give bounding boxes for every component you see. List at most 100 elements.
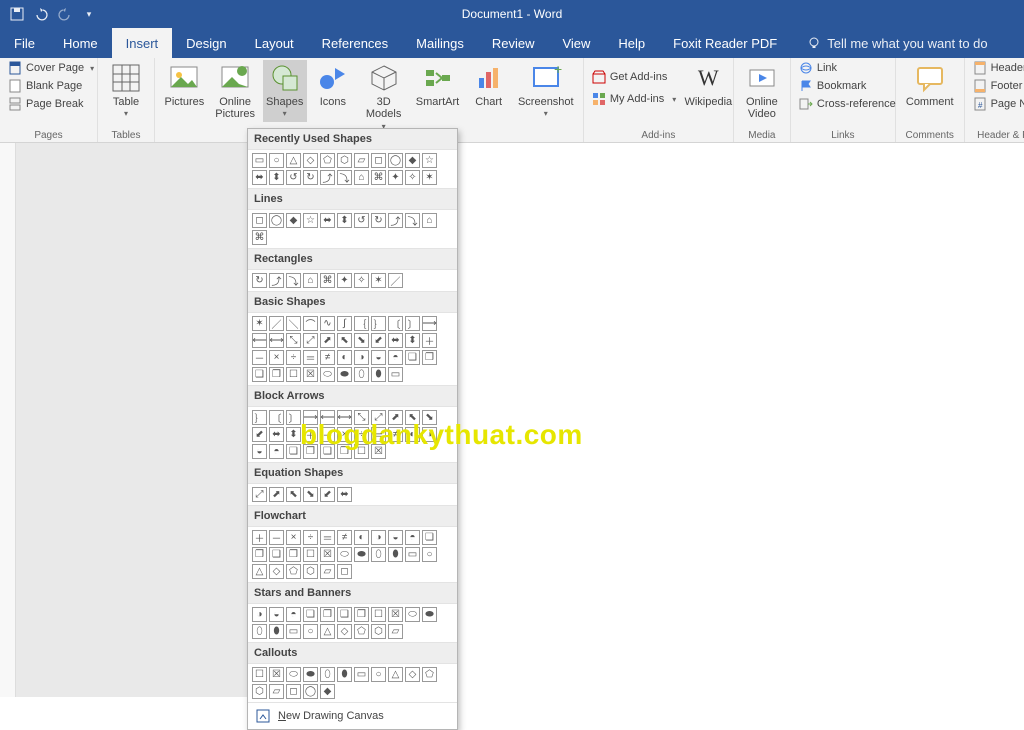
shape-item[interactable]: ☆ — [422, 153, 437, 168]
redo-icon[interactable] — [58, 7, 72, 21]
shape-item[interactable]: ⌘ — [252, 230, 267, 245]
shape-item[interactable]: ⬡ — [371, 624, 386, 639]
shape-item[interactable]: ☒ — [269, 667, 284, 682]
shape-item[interactable]: ⤴ — [388, 213, 403, 228]
shape-item[interactable]: ⬉ — [337, 333, 352, 348]
shape-item[interactable]: ⬮ — [371, 367, 386, 382]
shape-item[interactable]: ◯ — [269, 213, 284, 228]
cover-page-button[interactable]: Cover Page▾ — [6, 60, 96, 76]
shape-item[interactable]: ⌘ — [371, 170, 386, 185]
save-icon[interactable] — [10, 7, 24, 21]
shape-item[interactable]: ❒ — [269, 367, 284, 382]
shape-item[interactable]: ⬭ — [320, 367, 335, 382]
new-drawing-canvas-item[interactable]: New Drawing Canvas — [248, 702, 457, 729]
shape-item[interactable]: ◓ — [405, 530, 420, 545]
shape-item[interactable]: ⬬ — [303, 667, 318, 682]
shape-item[interactable]: ⬬ — [354, 547, 369, 562]
shape-item[interactable]: ⬯ — [320, 667, 335, 682]
shape-item[interactable]: ◒ — [252, 444, 267, 459]
shape-item[interactable]: ↺ — [354, 213, 369, 228]
shape-item[interactable]: ↻ — [252, 273, 267, 288]
shape-item[interactable]: △ — [388, 667, 403, 682]
shape-item[interactable]: ▭ — [286, 624, 301, 639]
shape-item[interactable]: ⬬ — [337, 367, 352, 382]
shape-item[interactable]: ✶ — [422, 170, 437, 185]
shape-item[interactable]: － — [269, 530, 284, 545]
shape-item[interactable]: △ — [320, 624, 335, 639]
shape-item[interactable]: ◯ — [388, 153, 403, 168]
shape-item[interactable]: ▱ — [354, 153, 369, 168]
online-video-button[interactable]: Online Video — [740, 60, 784, 122]
blank-page-button[interactable]: Blank Page — [6, 78, 96, 94]
shape-item[interactable]: ❐ — [320, 607, 335, 622]
comment-button[interactable]: Comment — [902, 60, 958, 110]
shape-item[interactable]: ⌂ — [303, 273, 318, 288]
shape-item[interactable]: ÷ — [286, 350, 301, 365]
footer-button[interactable]: Footer▾ — [971, 78, 1024, 94]
shape-item[interactable]: ＋ — [422, 333, 437, 348]
qat-customize-icon[interactable]: ▾ — [82, 7, 96, 21]
shape-item[interactable]: ⌂ — [354, 170, 369, 185]
tab-references[interactable]: References — [308, 28, 402, 58]
shape-item[interactable]: ⬍ — [337, 213, 352, 228]
chart-button[interactable]: Chart — [467, 60, 511, 110]
tab-file[interactable]: File — [0, 28, 49, 58]
shape-item[interactable]: ⬉ — [286, 487, 301, 502]
shape-item[interactable]: ∿ — [320, 316, 335, 331]
shape-item[interactable]: ⬯ — [354, 367, 369, 382]
page-number-button[interactable]: # Page Number▾ — [971, 96, 1024, 112]
shape-item[interactable]: ⬈ — [269, 487, 284, 502]
shape-item[interactable]: ☐ — [371, 607, 386, 622]
pictures-button[interactable]: Pictures — [161, 60, 208, 110]
shape-item[interactable]: ❑ — [269, 547, 284, 562]
tab-foxit[interactable]: Foxit Reader PDF — [659, 28, 791, 58]
shape-item[interactable]: ⬊ — [303, 487, 318, 502]
page-break-button[interactable]: Page Break — [6, 96, 96, 112]
shape-item[interactable]: ↺ — [286, 170, 301, 185]
shape-item[interactable]: ∫ — [337, 316, 352, 331]
table-button[interactable]: Table ▾ — [104, 60, 148, 122]
shape-item[interactable]: ⌂ — [422, 213, 437, 228]
bookmark-button[interactable]: Bookmark — [797, 78, 898, 94]
shape-item[interactable]: ☐ — [252, 667, 267, 682]
shape-item[interactable]: ○ — [422, 547, 437, 562]
shape-item[interactable]: ⬍ — [269, 170, 284, 185]
shape-item[interactable]: ◓ — [286, 607, 301, 622]
shape-item[interactable]: ⬍ — [286, 427, 301, 442]
shape-item[interactable]: ✦ — [388, 170, 403, 185]
shape-item[interactable]: × — [269, 350, 284, 365]
shape-item[interactable]: ❒ — [354, 607, 369, 622]
tab-layout[interactable]: Layout — [241, 28, 308, 58]
shape-item[interactable]: ⤴ — [320, 170, 335, 185]
shape-item[interactable]: 〔 — [388, 316, 403, 331]
shape-item[interactable]: ⬠ — [354, 624, 369, 639]
smartart-button[interactable]: SmartArt — [412, 60, 462, 110]
shape-item[interactable]: ⤢ — [252, 487, 267, 502]
shape-item[interactable]: ⬡ — [337, 153, 352, 168]
shape-item[interactable]: ✶ — [252, 316, 267, 331]
tab-mailings[interactable]: Mailings — [402, 28, 478, 58]
shape-item[interactable]: ❑ — [252, 367, 267, 382]
shape-item[interactable]: ◑ — [371, 530, 386, 545]
shape-item[interactable]: ◒ — [269, 607, 284, 622]
shapes-button[interactable]: Shapes ▾ — [263, 60, 307, 122]
shape-item[interactable]: ⬮ — [388, 547, 403, 562]
shape-item[interactable]: ⬋ — [252, 427, 267, 442]
shape-item[interactable]: ❐ — [422, 350, 437, 365]
online-pictures-button[interactable]: Online Pictures — [212, 60, 259, 122]
shape-item[interactable]: ◆ — [286, 213, 301, 228]
shape-item[interactable]: ⤵ — [286, 273, 301, 288]
shape-item[interactable]: ／ — [388, 273, 403, 288]
shape-item[interactable]: ☒ — [303, 367, 318, 382]
shape-item[interactable]: ◑ — [354, 350, 369, 365]
shape-item[interactable]: ✦ — [337, 273, 352, 288]
shape-item[interactable]: ◒ — [388, 530, 403, 545]
shape-item[interactable]: ｛ — [354, 316, 369, 331]
tab-review[interactable]: Review — [478, 28, 549, 58]
shape-item[interactable]: 〔 — [269, 410, 284, 425]
shape-item[interactable]: ⌘ — [320, 273, 335, 288]
shape-item[interactable]: 〕 — [405, 316, 420, 331]
shape-item[interactable]: ⤵ — [337, 170, 352, 185]
get-addins-button[interactable]: Get Add-ins — [590, 69, 678, 85]
shape-item[interactable]: ⬋ — [320, 487, 335, 502]
